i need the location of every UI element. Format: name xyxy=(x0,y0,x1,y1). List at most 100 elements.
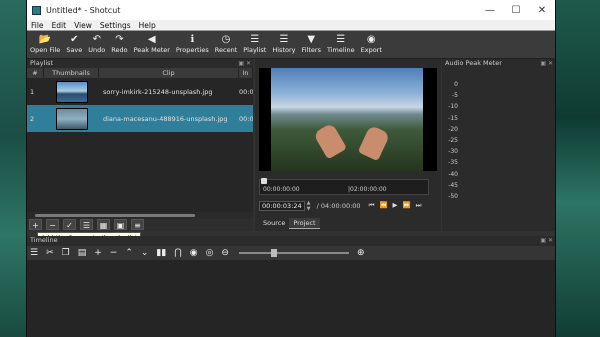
maximize-button[interactable]: ☐ xyxy=(503,5,529,16)
row-number: 2 xyxy=(30,114,35,123)
paste-button[interactable]: ▤ xyxy=(78,247,87,259)
remove-button[interactable]: − xyxy=(110,247,118,259)
add-button[interactable]: + xyxy=(29,219,42,230)
meter-scale-label: -45 xyxy=(448,181,458,189)
toolbar-label: Playlist xyxy=(243,46,267,54)
ripple-button[interactable]: ◎ xyxy=(206,247,214,259)
timeline-button[interactable]: ☰ Timeline xyxy=(327,34,355,55)
column-header-clip[interactable]: Clip xyxy=(99,68,239,78)
player-timeline-ruler[interactable]: 00:00:00:00 |02:00:00:00 xyxy=(259,178,429,195)
fast-forward-button[interactable]: ⏩ xyxy=(403,201,411,210)
video-frame-image xyxy=(271,68,423,171)
properties-button[interactable]: ℹ Properties xyxy=(176,34,209,55)
transport-bar: 00:00:03:24 ▲ ▼ / 04:00:00:00 ⏮ ⏪ ▶ ⏩ ⏭ xyxy=(259,200,437,212)
save-button[interactable]: ✔ Save xyxy=(66,34,82,55)
overwrite-button[interactable]: ⌄ xyxy=(141,247,149,259)
history-icon: ☰ xyxy=(279,34,289,45)
clip-name: diana-macesanu-488916-unsplash.jpg xyxy=(103,114,228,123)
open-file-button[interactable]: 📂 Open File xyxy=(30,34,60,55)
minimize-button[interactable]: — xyxy=(477,5,503,16)
audio-peak-meter-panel: Audio Peak Meter ▣ ✕ 0 -5 -10 -15 -20 -25 -30 -… xyxy=(442,59,555,231)
hand-left-image xyxy=(312,122,348,160)
playlist-horizontal-scrollbar[interactable] xyxy=(27,212,253,219)
zoom-in-button[interactable]: ⊕ xyxy=(357,247,365,259)
scrub-button[interactable]: ◉ xyxy=(190,247,198,259)
redo-button[interactable]: ↷ Redo xyxy=(111,34,127,55)
scrollbar-thumb[interactable] xyxy=(35,214,195,217)
snap-button[interactable]: ⋂ xyxy=(174,247,181,259)
peak-meter-button[interactable]: ◀ Peak Meter xyxy=(134,34,170,55)
column-header-in[interactable]: In xyxy=(239,68,253,78)
append-button[interactable]: + xyxy=(94,247,102,259)
undo-button[interactable]: ↶ Undo xyxy=(88,34,105,55)
rewind-button[interactable]: ⏪ xyxy=(379,201,387,210)
meter-scale-label: -30 xyxy=(448,148,458,156)
toolbar-label: Undo xyxy=(88,46,106,54)
recent-button[interactable]: ◷ Recent xyxy=(215,34,237,55)
icons-view-button[interactable]: ▣ xyxy=(114,219,127,230)
player-panel: 00:00:00:00 |02:00:00:00 00:00:03:24 ▲ ▼ … xyxy=(255,59,441,231)
toolbar-label: History xyxy=(272,46,296,54)
desktop-background-right xyxy=(556,0,600,337)
cut-button[interactable]: ✂ xyxy=(46,247,54,259)
zoom-slider-handle[interactable] xyxy=(270,249,277,257)
tab-project[interactable]: Project xyxy=(289,218,320,229)
table-row[interactable]: 1 sorry-imkirk-215248-unsplash.jpg 00:00… xyxy=(27,78,253,105)
meter-scale-label: -15 xyxy=(448,114,458,122)
lift-button[interactable]: ⌃ xyxy=(125,247,133,259)
tiles-view-button[interactable]: ▦ xyxy=(97,219,110,230)
timeline-icon: ☰ xyxy=(336,34,346,45)
audio-meter-title: Audio Peak Meter xyxy=(445,59,502,67)
split-button[interactable]: ▮▮ xyxy=(156,247,166,259)
meter-scale: 0 -5 -10 -15 -20 -25 -30 -35 -40 -45 -50 xyxy=(444,81,458,204)
zoom-slider[interactable] xyxy=(238,249,349,257)
playlist-button[interactable]: ☰ Playlist xyxy=(243,34,266,55)
ruler-tick-start: 00:00:00:00 xyxy=(263,186,300,193)
close-button[interactable]: ✕ xyxy=(529,5,555,16)
play-button[interactable]: ▶ xyxy=(393,201,398,210)
details-view-button[interactable]: ☰ xyxy=(80,219,93,230)
meter-scale-label: 0 xyxy=(454,81,458,88)
toolbar-label: Redo xyxy=(111,46,128,54)
menu-view[interactable]: View xyxy=(74,21,92,30)
filters-button[interactable]: ▼ Filters xyxy=(301,34,320,55)
panel-float-close-icon[interactable]: ▣ ✕ xyxy=(540,59,553,68)
toolbar-label: Filters xyxy=(301,46,321,54)
position-timecode-input[interactable]: 00:00:03:24 xyxy=(259,200,305,211)
video-preview[interactable] xyxy=(259,68,437,171)
update-button[interactable]: ✓ xyxy=(63,219,76,230)
playlist-panel: Playlist ▣ ✕ # Thumbnails Clip In 1 sorr… xyxy=(27,59,253,231)
menu-button[interactable]: ☰ xyxy=(30,247,38,259)
timecode-spinner-icon[interactable]: ▲ ▼ xyxy=(307,200,313,212)
menu-help[interactable]: Help xyxy=(139,21,156,30)
playhead-handle[interactable] xyxy=(261,178,267,184)
zoom-out-button[interactable]: ⊖ xyxy=(221,247,229,259)
menu-bar: File Edit View Settings Help xyxy=(27,20,555,31)
column-header-num[interactable]: # xyxy=(27,68,44,78)
tab-source[interactable]: Source xyxy=(259,218,289,229)
remove-button[interactable]: − xyxy=(46,219,59,230)
clip-in-point: 00:00:00:00 xyxy=(239,114,253,123)
table-row[interactable]: 2 diana-macesanu-488916-unsplash.jpg 00:… xyxy=(27,105,253,132)
timeline-title: Timeline xyxy=(30,236,58,244)
panel-float-close-icon[interactable]: ▣ ✕ xyxy=(238,59,251,68)
panel-float-close-icon[interactable]: ▣ ✕ xyxy=(540,236,553,245)
column-header-thumbnails[interactable]: Thumbnails xyxy=(44,68,99,78)
playlist-table-header: # Thumbnails Clip In xyxy=(27,68,253,78)
history-button[interactable]: ☰ History xyxy=(272,34,295,55)
clip-name: sorry-imkirk-215248-unsplash.jpg xyxy=(103,87,213,96)
menu-edit[interactable]: Edit xyxy=(52,21,67,30)
skip-next-button[interactable]: ⏭ xyxy=(416,201,422,210)
menu-button[interactable]: ≡ xyxy=(131,219,144,230)
menu-settings[interactable]: Settings xyxy=(100,21,131,30)
window-title: Untitled* - Shotcut xyxy=(46,5,121,15)
timeline-track-area[interactable] xyxy=(27,260,555,337)
export-button[interactable]: ◉ Export xyxy=(361,34,382,55)
desktop-background-left xyxy=(0,0,26,337)
toolbar-label: Timeline xyxy=(326,46,355,54)
meter-scale-label: -10 xyxy=(448,103,458,111)
skip-previous-button[interactable]: ⏮ xyxy=(369,201,375,210)
menu-file[interactable]: File xyxy=(31,21,44,30)
clip-in-point: 00:00:00:00 xyxy=(239,87,253,96)
copy-button[interactable]: ❐ xyxy=(62,247,70,259)
